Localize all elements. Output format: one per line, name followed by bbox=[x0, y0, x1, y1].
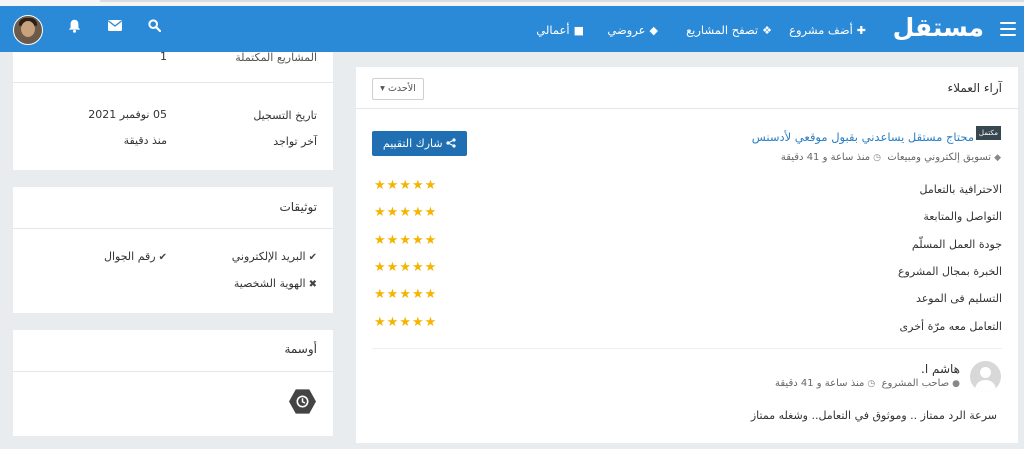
reviewer-name[interactable]: هاشم ا. bbox=[921, 362, 960, 376]
star-icon: ★ bbox=[411, 205, 425, 220]
verify-identity: ✖الهوية الشخصية bbox=[233, 277, 317, 290]
star-icon: ★ bbox=[374, 205, 387, 220]
caret-down-icon: ▾ bbox=[380, 83, 385, 94]
star-icon: ★ bbox=[411, 178, 425, 193]
badges-title: أوسمة bbox=[284, 342, 317, 356]
rating-label: الخبرة بمجال المشروع bbox=[897, 265, 1002, 278]
clock-icon: ◷ bbox=[873, 153, 882, 163]
check-icon: ✔ bbox=[308, 252, 317, 263]
rating-stars: ★★★★★ bbox=[374, 315, 437, 330]
star-icon: ★ bbox=[399, 287, 412, 302]
last-seen-label: آخر تواجد bbox=[273, 135, 317, 148]
tags-icon: ◆ bbox=[994, 153, 1001, 163]
tag-icon: ◆ bbox=[649, 24, 658, 37]
clock-icon[interactable] bbox=[289, 389, 316, 414]
star-icon: ★ bbox=[399, 315, 412, 330]
rating-label: التواصل والمتابعة bbox=[923, 210, 1002, 223]
user-icon: ● bbox=[952, 379, 960, 389]
completed-projects-value: 1 bbox=[160, 50, 167, 63]
star-icon: ★ bbox=[386, 178, 400, 193]
star-icon: ★ bbox=[399, 260, 412, 275]
nav-add-project[interactable]: ✚أضف مشروع bbox=[789, 23, 866, 37]
cross-icon: ✖ bbox=[308, 279, 317, 290]
envelope-icon[interactable] bbox=[106, 19, 124, 35]
scrollbar-track[interactable] bbox=[100, 0, 1024, 2]
rating-label: الاحترافية بالتعامل bbox=[919, 183, 1002, 196]
reviewer-meta: ●صاحب المشروع ◷منذ ساعة و 41 دقيقة bbox=[775, 378, 960, 389]
rating-stars: ★★★★★ bbox=[374, 205, 437, 220]
nav-my-bids[interactable]: ◆عروضي bbox=[607, 23, 658, 37]
verify-email: ✔البريد الإلكتروني bbox=[231, 250, 317, 263]
check-icon: ✔ bbox=[158, 252, 167, 263]
star-icon: ★ bbox=[411, 233, 425, 248]
verifications-card: توثيقات ✔البريد الإلكتروني ✔رقم الجوال ✖… bbox=[13, 187, 333, 313]
completed-projects-label: المشاريع المكتملة bbox=[235, 51, 317, 64]
registration-value: 05 نوفمبر 2021 bbox=[88, 108, 167, 121]
star-icon: ★ bbox=[374, 178, 387, 193]
last-seen-value: منذ دقيقة bbox=[123, 134, 167, 147]
rating-stars: ★★★★★ bbox=[374, 178, 437, 193]
project-title-link[interactable]: محتاج مستقل يساعدني بقبول موقعي لأدسنس bbox=[752, 130, 974, 144]
star-icon: ★ bbox=[386, 260, 400, 275]
briefcase-icon: ■ bbox=[573, 24, 584, 37]
rating-label: التعامل معه مرّة أخرى bbox=[899, 320, 1002, 333]
sort-dropdown[interactable]: الأحدث ▾ bbox=[372, 78, 424, 100]
star-icon: ★ bbox=[424, 287, 438, 302]
star-icon: ★ bbox=[424, 178, 438, 193]
star-icon: ★ bbox=[424, 233, 438, 248]
verify-phone: ✔رقم الجوال bbox=[103, 250, 167, 263]
user-avatar[interactable] bbox=[13, 15, 43, 45]
reviewer-avatar[interactable] bbox=[970, 361, 1001, 392]
star-icon: ★ bbox=[374, 260, 387, 275]
star-icon: ★ bbox=[374, 233, 387, 248]
star-icon: ★ bbox=[386, 315, 400, 330]
star-icon: ★ bbox=[424, 315, 438, 330]
star-icon: ★ bbox=[411, 315, 425, 330]
verifications-title: توثيقات bbox=[279, 200, 317, 214]
rating-label: جودة العمل المسلّم bbox=[911, 238, 1002, 251]
badges-card: أوسمة bbox=[13, 330, 333, 436]
bell-icon[interactable] bbox=[65, 19, 83, 37]
star-icon: ★ bbox=[424, 260, 438, 275]
search-icon[interactable] bbox=[145, 19, 163, 36]
star-icon: ★ bbox=[411, 287, 425, 302]
clock-icon: ◷ bbox=[867, 379, 876, 389]
star-icon: ★ bbox=[386, 287, 400, 302]
star-icon: ★ bbox=[386, 205, 400, 220]
rating-stars: ★★★★★ bbox=[374, 233, 437, 248]
star-icon: ★ bbox=[386, 233, 400, 248]
menu-icon[interactable] bbox=[1000, 22, 1016, 36]
cubes-icon: ❖ bbox=[762, 24, 772, 37]
star-icon: ★ bbox=[399, 233, 412, 248]
star-icon: ★ bbox=[424, 205, 438, 220]
star-icon: ★ bbox=[374, 315, 387, 330]
project-meta: ◆تسويق إلكتروني ومبيعات ◷منذ ساعة و 41 د… bbox=[780, 152, 1001, 163]
rating-stars: ★★★★★ bbox=[374, 287, 437, 302]
rating-label: التسليم فى الموعد bbox=[915, 292, 1002, 305]
plus-icon: ✚ bbox=[856, 24, 866, 37]
status-badge: مكتمل bbox=[975, 126, 1001, 140]
share-icon bbox=[443, 137, 457, 150]
logo[interactable]: مستقل bbox=[893, 13, 984, 42]
registration-label: تاريخ التسجيل bbox=[253, 109, 317, 122]
navbar: مستقل ✚أضف مشروع ❖تصفح المشاريع ◆عروضي ■… bbox=[0, 6, 1024, 52]
star-icon: ★ bbox=[411, 260, 425, 275]
star-icon: ★ bbox=[374, 287, 387, 302]
star-icon: ★ bbox=[399, 178, 412, 193]
nav-my-works[interactable]: ■أعمالي bbox=[536, 23, 584, 37]
nav-browse-projects[interactable]: ❖تصفح المشاريع bbox=[686, 23, 772, 37]
profile-stats-card: المشاريع المكتملة 1 تاريخ التسجيل 05 نوف… bbox=[13, 50, 333, 170]
rating-stars: ★★★★★ bbox=[374, 260, 437, 275]
star-icon: ★ bbox=[399, 205, 412, 220]
reviews-title: آراء العملاء bbox=[947, 81, 1002, 95]
reviews-card: آراء العملاء الأحدث ▾ مكتمل محتاج مستقل … bbox=[356, 67, 1018, 443]
review-comment: سرعة الرد ممتاز .. وموثوق في التعامل.. و… bbox=[750, 409, 997, 422]
share-review-button[interactable]: شارك التقييم bbox=[372, 131, 467, 156]
